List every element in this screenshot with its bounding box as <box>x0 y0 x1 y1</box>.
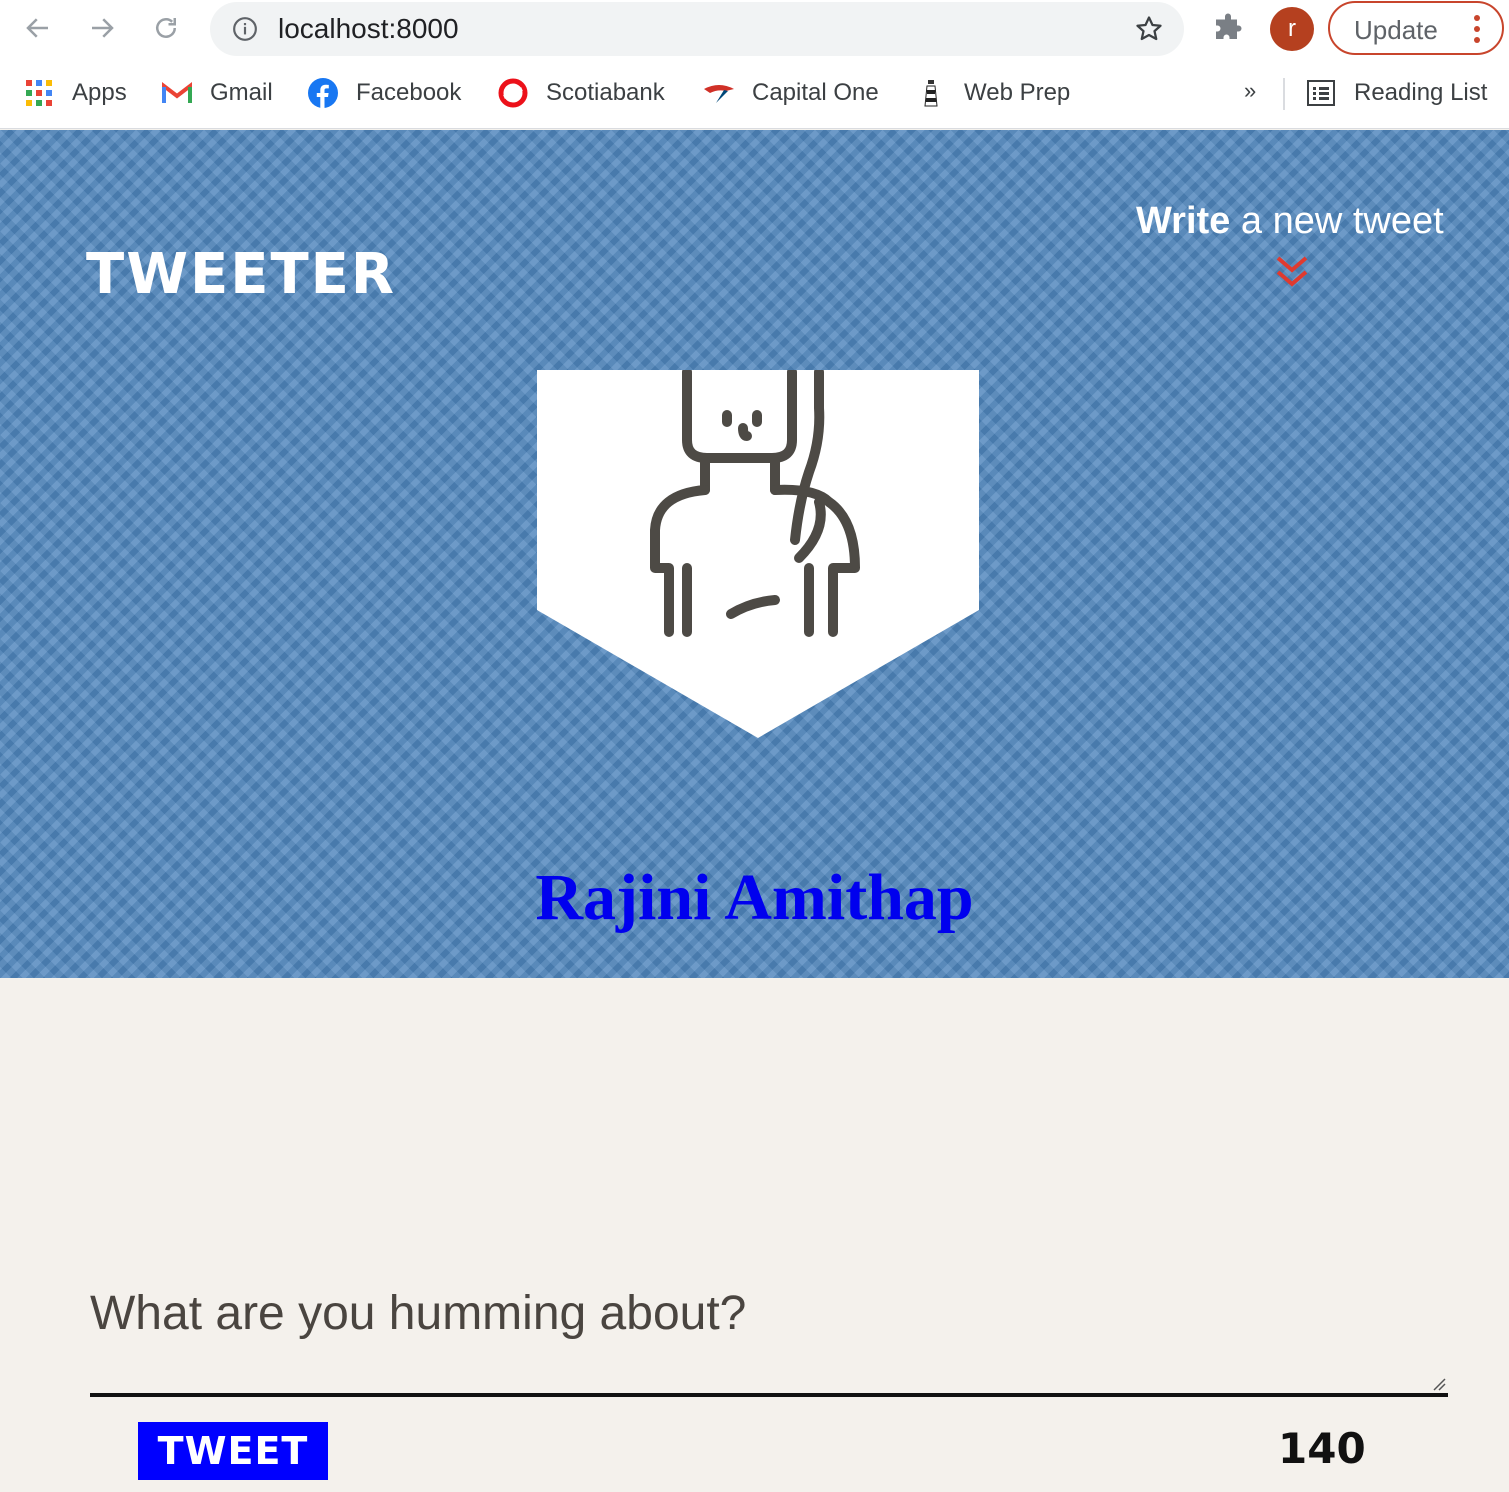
update-label: Update <box>1354 15 1438 45</box>
bookmark-label: Apps <box>72 79 127 106</box>
reading-list-button[interactable]: Reading List <box>1306 76 1487 110</box>
resize-handle-icon[interactable] <box>1432 1377 1446 1391</box>
bookmark-label: Web Prep <box>964 79 1071 106</box>
gmail-icon <box>162 78 192 108</box>
user-avatar-image <box>537 370 979 738</box>
scotiabank-icon <box>498 78 528 108</box>
bookmark-apps[interactable]: Apps <box>24 76 127 110</box>
bookmark-star-icon[interactable] <box>1134 14 1164 44</box>
reading-list-label: Reading List <box>1354 79 1488 106</box>
update-button[interactable]: Update <box>1328 1 1504 55</box>
bookmark-label: Gmail <box>210 79 273 106</box>
double-chevron-down-icon[interactable] <box>1272 254 1312 294</box>
kebab-menu-icon[interactable] <box>1474 15 1480 45</box>
bookmark-label: Scotiabank <box>546 79 665 106</box>
site-logo[interactable]: TWEETER <box>86 242 396 307</box>
back-button[interactable] <box>20 10 56 46</box>
bookmark-capital-one[interactable]: Capital One <box>704 76 879 110</box>
tweet-submit-button[interactable]: TWEET <box>138 1422 328 1480</box>
bookmarks-divider <box>1283 78 1285 110</box>
bookmark-web-prep[interactable]: Web Prep <box>916 76 1070 110</box>
bookmark-facebook[interactable]: Facebook <box>308 76 461 110</box>
reload-button[interactable] <box>148 10 184 46</box>
url-text: localhost:8000 <box>278 13 459 44</box>
bookmark-label: Facebook <box>356 79 462 106</box>
tweet-textarea[interactable] <box>90 1280 1448 1393</box>
facebook-icon <box>308 78 338 108</box>
page-header: TWEETER Write a new tweet Rajini Amithap <box>0 130 1509 978</box>
capital-one-icon <box>704 78 734 108</box>
user-name: Rajini Amithap <box>535 861 974 934</box>
lighthouse-icon <box>916 78 946 108</box>
reload-icon <box>156 18 176 38</box>
browser-toolbar: localhost:8000 r Update <box>0 0 1509 58</box>
write-link-bold: Write <box>1136 200 1231 242</box>
more-bookmarks-button[interactable]: » <box>1244 78 1256 104</box>
write-link-rest: a new tweet <box>1230 200 1444 242</box>
bookmark-scotiabank[interactable]: Scotiabank <box>498 76 665 110</box>
bookmark-label: Capital One <box>752 79 879 106</box>
reading-list-icon <box>1306 78 1336 108</box>
address-bar[interactable]: localhost:8000 <box>210 2 1184 56</box>
tweet-composer <box>90 1280 1448 1397</box>
forward-button[interactable] <box>84 10 120 46</box>
apps-grid-icon <box>24 78 54 108</box>
write-new-tweet-link[interactable]: Write a new tweet <box>1136 200 1444 243</box>
character-counter: 140 <box>1278 1424 1366 1473</box>
arrow-left-icon <box>26 18 48 38</box>
arrow-right-icon <box>92 18 114 38</box>
bookmark-gmail[interactable]: Gmail <box>162 76 273 110</box>
info-icon[interactable] <box>232 16 258 42</box>
profile-avatar[interactable]: r <box>1270 7 1314 51</box>
extensions-puzzle-icon[interactable] <box>1210 12 1246 48</box>
bookmarks-bar: Apps Gmail Facebook Scotiabank Capital O… <box>0 58 1509 129</box>
